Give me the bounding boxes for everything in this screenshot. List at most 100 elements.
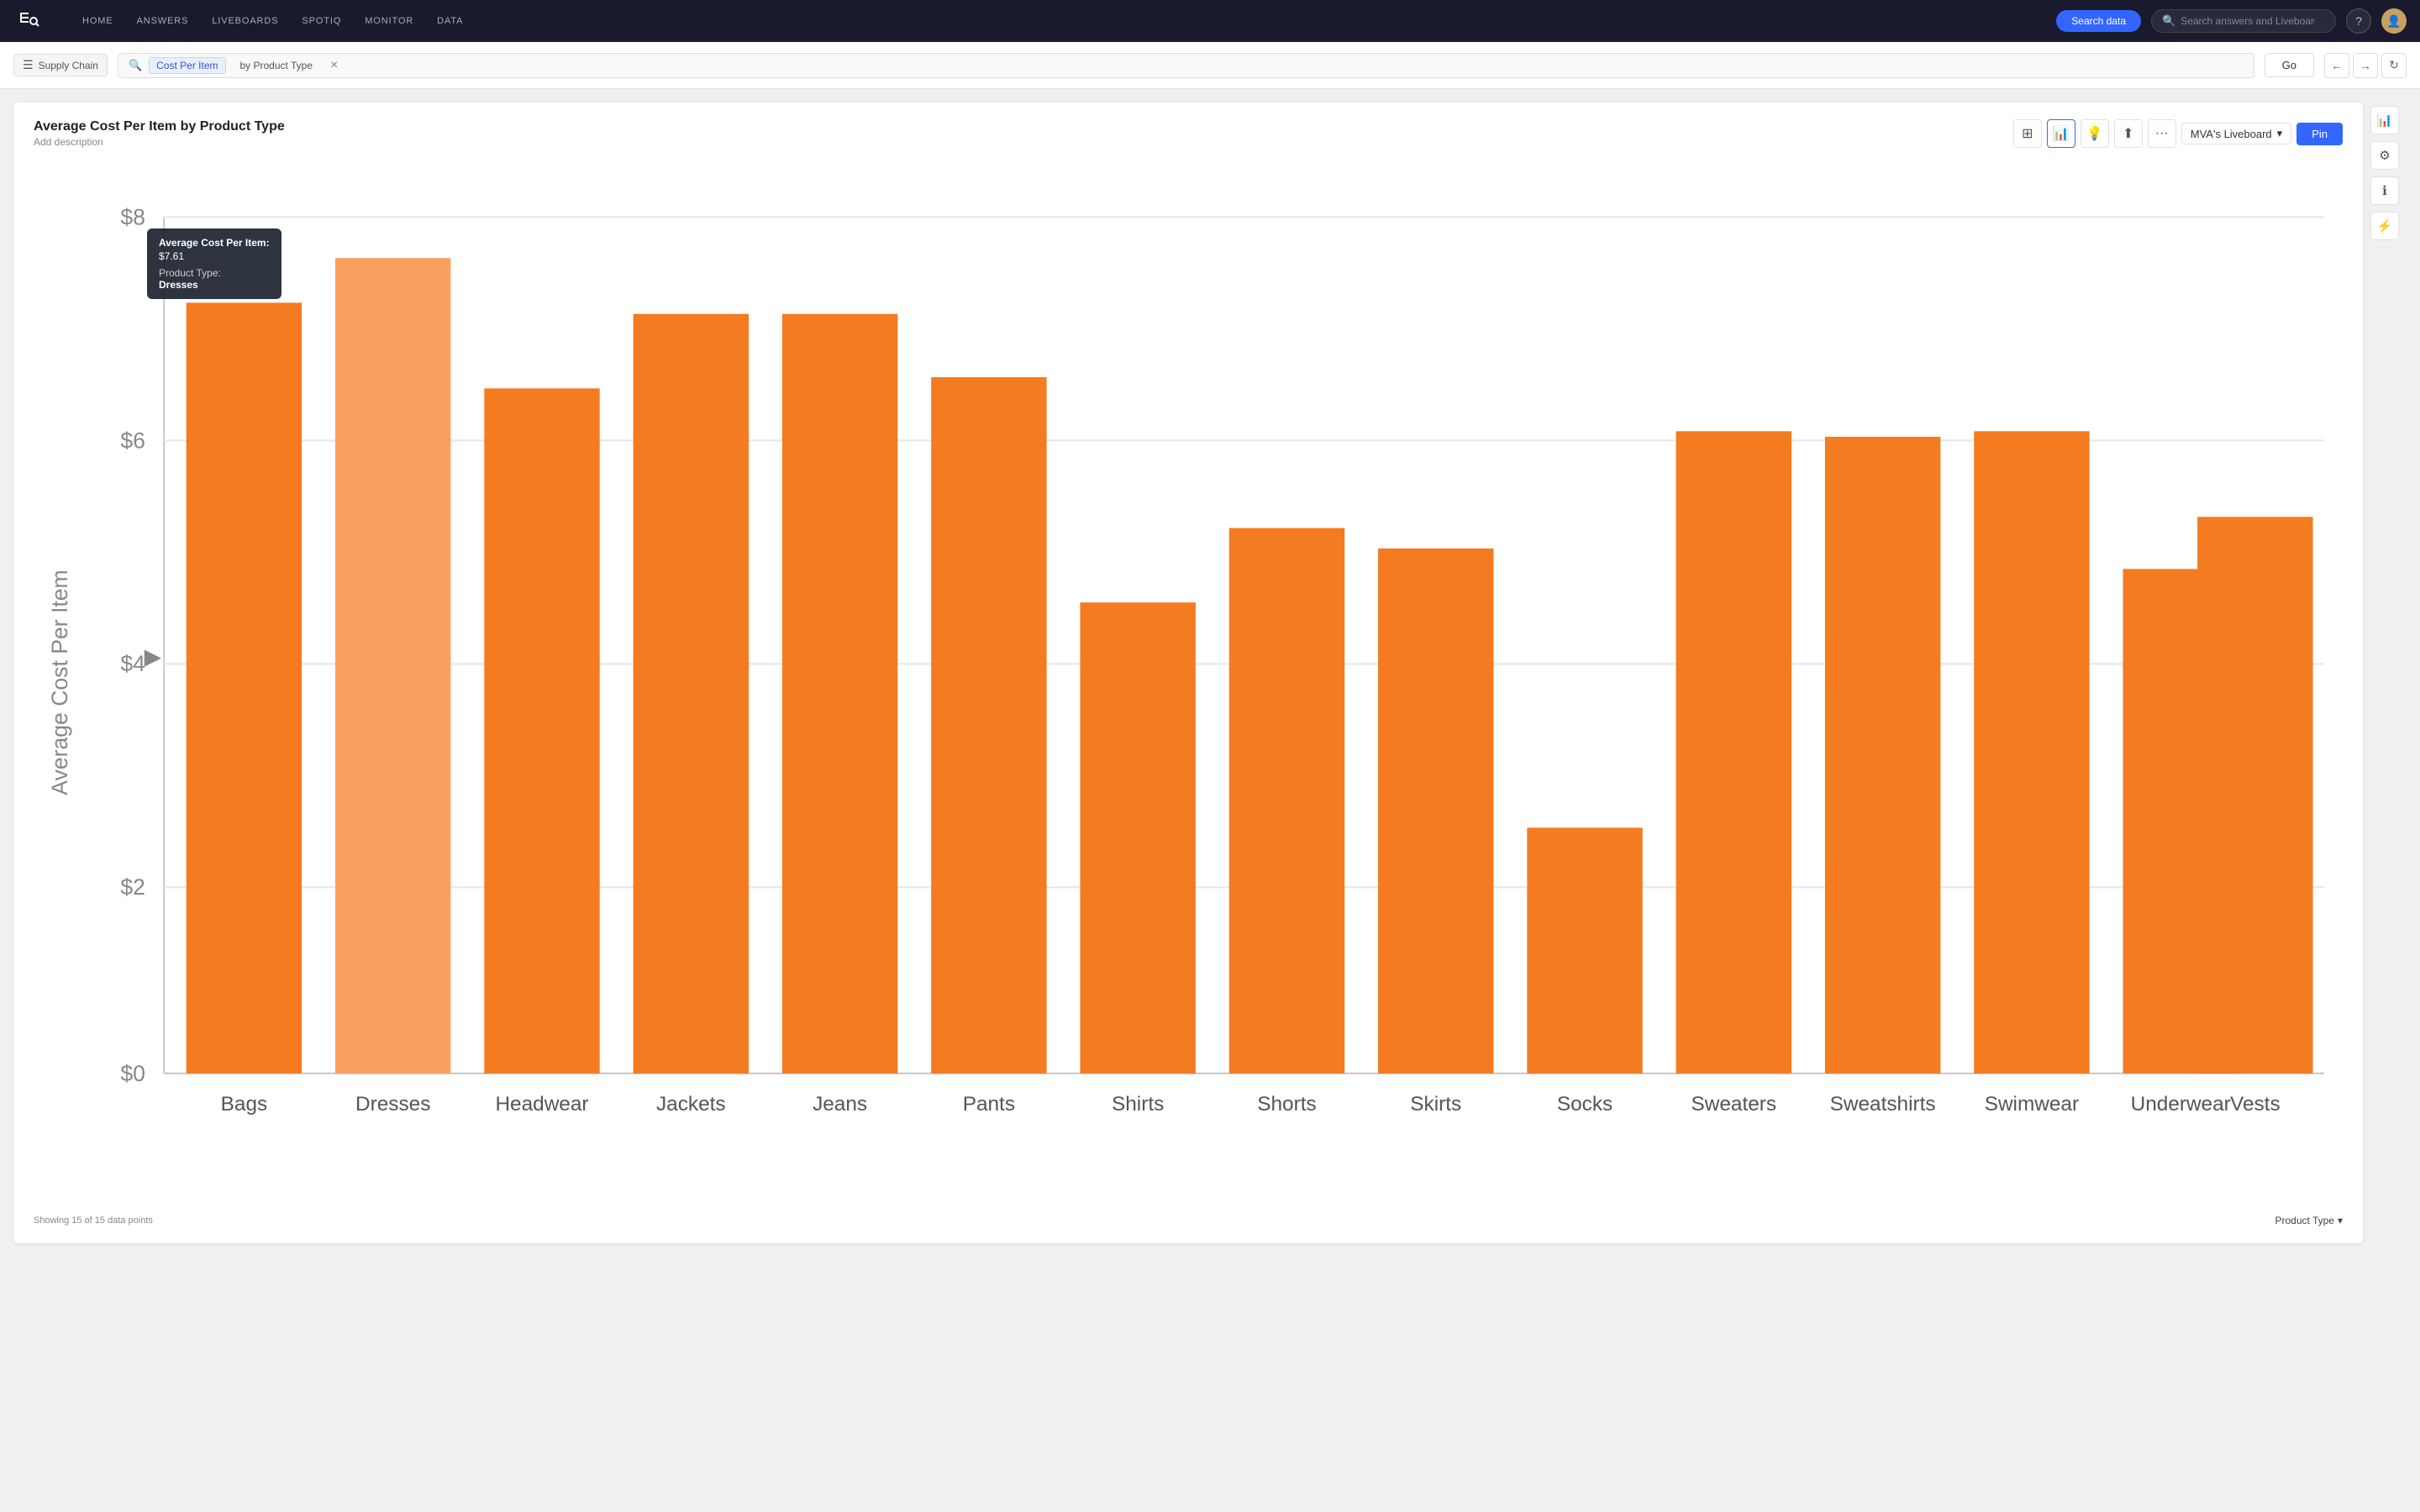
right-sidebar: 📊 ⚙ ℹ ⚡ — [2363, 102, 2407, 1243]
search-data-button[interactable]: Search data — [2056, 10, 2141, 32]
svg-text:Bags: Bags — [221, 1093, 268, 1116]
chevron-down-icon: ▾ — [2338, 1215, 2343, 1226]
share-icon: ⬆ — [2123, 125, 2133, 142]
svg-text:Sweatshirts: Sweatshirts — [1830, 1093, 1936, 1116]
sidebar-settings-button[interactable]: ⚙ — [2370, 141, 2399, 170]
bar-socks[interactable] — [1527, 827, 1642, 1074]
svg-text:Swimwear: Swimwear — [1985, 1093, 2079, 1116]
chart-title-group: Average Cost Per Item by Product Type Ad… — [34, 119, 285, 148]
bar-pants[interactable] — [931, 377, 1046, 1074]
bar-dresses[interactable] — [335, 258, 450, 1074]
search-input-area[interactable]: 🔍 Cost Per Item by Product Type × — [118, 53, 2254, 78]
search-token-by: by Product Type — [233, 57, 321, 74]
svg-text:Shirts: Shirts — [1112, 1093, 1164, 1116]
back-arrow-button[interactable]: ← — [2324, 53, 2349, 78]
source-icon: ☰ — [23, 58, 34, 72]
sidebar-bolt-button[interactable]: ⚡ — [2370, 212, 2399, 240]
search-icon: 🔍 — [2162, 14, 2175, 28]
chart-card: Average Cost Per Item by Product Type Ad… — [13, 102, 2363, 1243]
nav-arrows: ← → ↻ — [2324, 53, 2407, 78]
chart-icon: 📊 — [2377, 113, 2393, 128]
bar-vests[interactable] — [2197, 517, 2312, 1074]
bar-headwear[interactable] — [484, 388, 599, 1074]
svg-text:Pants: Pants — [963, 1093, 1015, 1116]
nav-home[interactable]: HOME — [71, 0, 125, 42]
search-bar-row: ☰ Supply Chain 🔍 Cost Per Item by Produc… — [0, 42, 2420, 89]
chart-header: Average Cost Per Item by Product Type Ad… — [34, 119, 2343, 148]
svg-text:$2: $2 — [120, 874, 145, 900]
bolt-icon: ⚡ — [2377, 218, 2393, 234]
chart-footer: Showing 15 of 15 data points Product Typ… — [34, 1215, 2343, 1226]
pin-button[interactable]: Pin — [2296, 123, 2343, 145]
search-answers-input[interactable] — [2181, 15, 2315, 27]
liveboard-dropdown[interactable]: MVA's Liveboard ▾ — [2181, 123, 2291, 144]
svg-text:Jackets: Jackets — [656, 1093, 726, 1116]
x-axis-label-button[interactable]: Product Type ▾ — [2275, 1215, 2343, 1226]
svg-text:Dresses: Dresses — [355, 1093, 430, 1116]
nav-links: HOME ANSWERS LIVEBOARDS SPOTIQ MONITOR D… — [71, 0, 2036, 42]
source-badge[interactable]: ☰ Supply Chain — [13, 54, 108, 76]
bar-bags[interactable] — [187, 302, 302, 1073]
svg-text:Average Cost Per Item: Average Cost Per Item — [47, 570, 72, 795]
sidebar-chart-button[interactable]: 📊 — [2370, 106, 2399, 134]
avatar[interactable]: 👤 — [2381, 8, 2407, 34]
help-button[interactable]: ? — [2346, 8, 2371, 34]
nav-answers[interactable]: ANSWERS — [125, 0, 201, 42]
bar-sweaters[interactable] — [1676, 431, 1791, 1074]
ellipsis-icon: ··· — [2155, 126, 2169, 141]
bar-jackets[interactable] — [634, 314, 749, 1074]
bar-jeans[interactable] — [782, 314, 897, 1074]
search-answers-box[interactable]: 🔍 — [2151, 9, 2336, 33]
chart-area: Average Cost Per Item $8 $6 $4 $2 — [34, 161, 2343, 1208]
nav-monitor[interactable]: MONITOR — [353, 0, 425, 42]
share-button[interactable]: ⬆ — [2114, 119, 2143, 148]
table-icon: ⊞ — [2022, 125, 2033, 142]
svg-text:Vests: Vests — [2230, 1093, 2281, 1116]
svg-text:$4: $4 — [120, 651, 145, 676]
svg-text:$0: $0 — [120, 1061, 145, 1086]
svg-text:▶: ▶ — [145, 643, 162, 669]
bar-chart-button[interactable]: 📊 — [2047, 119, 2075, 148]
x-axis-label-text: Product Type — [2275, 1215, 2334, 1226]
info-icon: ℹ — [2382, 183, 2387, 198]
svg-text:$8: $8 — [120, 204, 145, 229]
main-content: Average Cost Per Item by Product Type Ad… — [0, 89, 2420, 1257]
insight-button[interactable]: 💡 — [2081, 119, 2109, 148]
more-options-button[interactable]: ··· — [2148, 119, 2176, 148]
top-nav: HOME ANSWERS LIVEBOARDS SPOTIQ MONITOR D… — [0, 0, 2420, 42]
bar-swimwear[interactable] — [1974, 431, 2089, 1074]
chart-subtitle[interactable]: Add description — [34, 136, 285, 148]
forward-arrow-button[interactable]: → — [2353, 53, 2378, 78]
liveboard-label: MVA's Liveboard — [2191, 128, 2272, 140]
gear-icon: ⚙ — [2379, 148, 2390, 163]
bar-skirts[interactable] — [1378, 549, 1493, 1074]
svg-text:Shorts: Shorts — [1257, 1093, 1316, 1116]
svg-text:Skirts: Skirts — [1410, 1093, 1461, 1116]
bar-chart-svg: Average Cost Per Item $8 $6 $4 $2 — [34, 161, 2343, 1204]
svg-text:Sweaters: Sweaters — [1691, 1093, 1777, 1116]
search-magnify-icon: 🔍 — [129, 59, 142, 72]
lightbulb-icon: 💡 — [2086, 125, 2103, 142]
svg-text:Headwear: Headwear — [495, 1093, 588, 1116]
refresh-button[interactable]: ↻ — [2381, 53, 2407, 78]
nav-liveboards[interactable]: LIVEBOARDS — [200, 0, 290, 42]
source-label: Supply Chain — [39, 60, 98, 71]
chart-title: Average Cost Per Item by Product Type — [34, 119, 285, 134]
sidebar-info-button[interactable]: ℹ — [2370, 176, 2399, 205]
nav-spotiq[interactable]: SPOTIQ — [290, 0, 353, 42]
svg-text:Socks: Socks — [1557, 1093, 1612, 1116]
bar-chart-icon: 📊 — [2053, 125, 2070, 142]
svg-text:$6: $6 — [120, 428, 145, 453]
go-button[interactable]: Go — [2265, 53, 2314, 77]
nav-data[interactable]: DATA — [425, 0, 475, 42]
svg-text:Jeans: Jeans — [813, 1093, 867, 1116]
svg-text:Underwear: Underwear — [2131, 1093, 2231, 1116]
bar-sweatshirts[interactable] — [1825, 437, 1940, 1074]
chevron-down-icon: ▾ — [2277, 127, 2283, 140]
table-view-button[interactable]: ⊞ — [2013, 119, 2042, 148]
logo[interactable] — [13, 6, 44, 36]
search-token-cost[interactable]: Cost Per Item — [149, 57, 225, 74]
bar-shorts[interactable] — [1229, 528, 1344, 1074]
bar-shirts[interactable] — [1080, 602, 1195, 1074]
search-clear-button[interactable]: × — [327, 58, 341, 73]
